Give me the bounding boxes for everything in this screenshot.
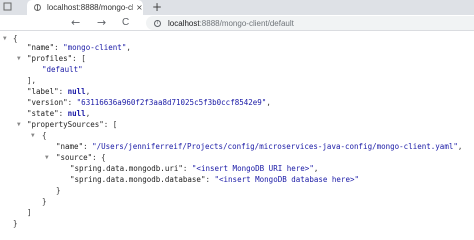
close-tab-icon[interactable]: ×: [136, 3, 143, 12]
window-icon: [3, 2, 12, 11]
json-line: ]: [27, 208, 32, 217]
json-line: "profiles": [: [27, 54, 86, 63]
json-line: ],: [27, 76, 37, 85]
collapse-toggle[interactable]: ▼: [31, 130, 35, 141]
tab-strip: localhost:8888/mongo-client/d × +: [0, 0, 474, 15]
json-line: "name": "/Users/jenniferreif/Projects/co…: [56, 142, 463, 151]
collapse-toggle[interactable]: ▼: [17, 119, 21, 130]
json-viewer: ▼ { "name": "mongo-client", ▼ "profiles"…: [0, 31, 474, 228]
json-line: "state": null,: [27, 109, 91, 118]
address-bar[interactable]: i localhost:8888/mongo-client/default: [146, 16, 474, 30]
json-line: "spring.data.mongodb.uri": "<insert Mong…: [70, 164, 319, 173]
json-line: "propertySources": [: [27, 120, 118, 129]
back-button[interactable]: ←: [71, 16, 80, 29]
collapse-toggle[interactable]: ▼: [3, 33, 7, 44]
json-line: "version": "63116636a960f2f3aa8d71025c5f…: [27, 98, 271, 107]
collapse-toggle[interactable]: ▼: [45, 152, 49, 163]
json-line: {: [13, 34, 18, 43]
reload-button[interactable]: C: [122, 16, 129, 29]
new-tab-button[interactable]: +: [152, 1, 162, 13]
json-line: "source": {: [56, 153, 106, 162]
globe-icon: [34, 4, 41, 11]
tab-title: localhost:8888/mongo-client/d: [47, 3, 133, 12]
info-icon[interactable]: i: [154, 19, 161, 27]
url-text: localhost:8888/mongo-client/default: [168, 18, 294, 28]
browser-toolbar: ← → C i localhost:8888/mongo-client/defa…: [0, 15, 474, 31]
json-line: "spring.data.mongodb.database": "<insert…: [70, 175, 359, 184]
json-line: "default": [42, 65, 83, 74]
json-line: }: [56, 186, 61, 195]
json-line: "name": "mongo-client",: [27, 43, 131, 52]
json-line: }: [13, 219, 18, 228]
browser-tab[interactable]: localhost:8888/mongo-client/d ×: [27, 0, 143, 15]
json-line: "label": null,: [27, 87, 91, 96]
json-line: {: [42, 131, 47, 140]
forward-button[interactable]: →: [97, 16, 106, 29]
collapse-toggle[interactable]: ▼: [17, 53, 21, 64]
json-line: }: [42, 197, 47, 206]
